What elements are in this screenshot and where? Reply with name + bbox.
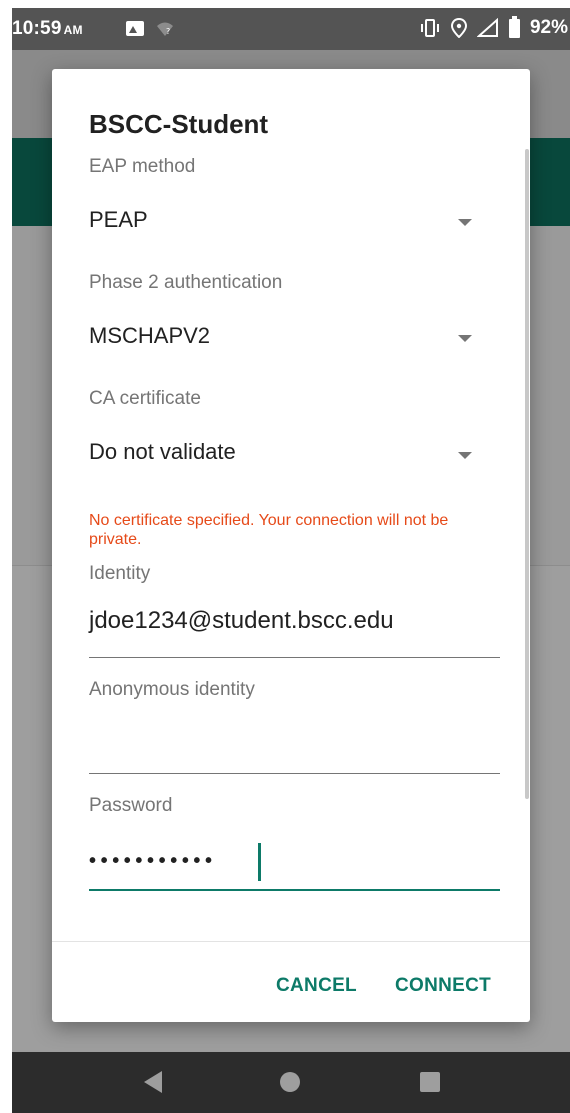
anonymous-identity-input[interactable] — [89, 724, 500, 774]
home-icon[interactable] — [280, 1072, 300, 1092]
cancel-button[interactable]: CANCEL — [276, 975, 357, 997]
phone-screen: 10:59 AM ? 92% BSCC-Student EAP method P… — [12, 8, 570, 1113]
ca-certificate-value: Do not validate — [89, 439, 236, 464]
identity-input[interactable]: jdoe1234@student.bscc.edu — [89, 607, 500, 658]
status-time-value: 10:59 — [12, 18, 62, 39]
recents-icon[interactable] — [420, 1072, 440, 1092]
dropdown-arrow-icon — [458, 335, 472, 342]
text-cursor — [258, 843, 261, 881]
status-bar: 10:59 AM ? 92% — [12, 8, 570, 50]
wifi-question-icon: ? — [157, 22, 173, 36]
connect-button[interactable]: CONNECT — [395, 975, 491, 997]
dialog-scrollbar[interactable] — [525, 149, 529, 799]
navigation-bar — [12, 1052, 570, 1113]
dropdown-arrow-icon — [458, 452, 472, 459]
phase2-value: MSCHAPV2 — [89, 323, 211, 348]
dialog-divider — [52, 941, 530, 942]
status-ampm: AM — [63, 23, 83, 37]
status-right-group: 92% — [419, 15, 568, 39]
identity-label: Identity — [89, 563, 151, 584]
eap-method-label: EAP method — [89, 156, 196, 177]
gallery-icon — [126, 21, 144, 36]
phase2-label: Phase 2 authentication — [89, 272, 283, 293]
location-icon — [450, 18, 467, 38]
wifi-config-dialog: BSCC-Student EAP method PEAP Phase 2 aut… — [52, 69, 530, 1022]
certificate-warning: No certificate specified. Your connectio… — [89, 512, 449, 548]
signal-icon — [476, 18, 498, 37]
password-label: Password — [89, 795, 173, 816]
battery-icon — [508, 15, 520, 38]
battery-percent: 92% — [529, 17, 568, 38]
anonymous-identity-label: Anonymous identity — [89, 679, 255, 700]
dropdown-arrow-icon — [458, 219, 472, 226]
vibrate-icon — [420, 19, 439, 37]
dialog-title: BSCC-Student — [89, 109, 269, 139]
ca-certificate-label: CA certificate — [89, 388, 201, 409]
eap-method-value: PEAP — [89, 207, 148, 232]
back-icon[interactable] — [144, 1071, 162, 1093]
status-time: 10:59 AM — [12, 18, 83, 40]
password-masked-value: ••••••••••• — [89, 850, 217, 872]
svg-text:?: ? — [166, 27, 170, 36]
identity-value: jdoe1234@student.bscc.edu — [89, 607, 394, 634]
